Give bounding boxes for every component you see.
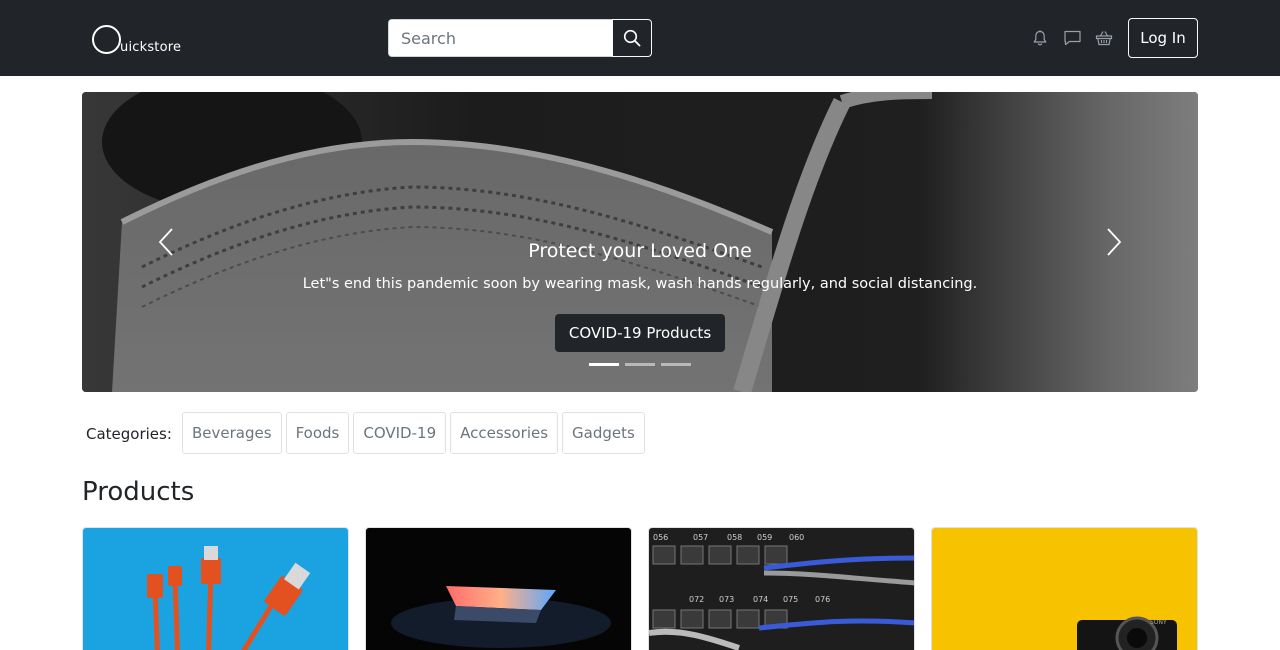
category-beverages[interactable]: Beverages: [182, 412, 282, 454]
carousel-title: Protect your Loved One: [528, 240, 752, 262]
navbar: uickstore Log In: [0, 0, 1280, 76]
brand-name: uickstore: [120, 40, 182, 55]
svg-text:058: 058: [727, 533, 742, 542]
category-gadgets[interactable]: Gadgets: [562, 412, 645, 454]
camera-image: SONY: [932, 528, 1197, 650]
svg-text:072: 072: [689, 595, 704, 604]
category-covid-19[interactable]: COVID-19: [353, 412, 447, 454]
network-switch-image: 056 057 058 059 060 072 073 074 075 076: [649, 528, 914, 650]
svg-text:076: 076: [815, 595, 830, 604]
product-card[interactable]: SONY: [931, 527, 1198, 650]
basket-icon[interactable]: [1094, 28, 1114, 48]
covid-products-button[interactable]: COVID-19 Products: [555, 314, 725, 352]
search-icon: [623, 29, 641, 47]
chat-icon[interactable]: [1062, 28, 1082, 48]
carousel-indicator-2[interactable]: [625, 363, 655, 366]
products-heading: Products: [82, 477, 195, 507]
search-form: [388, 19, 652, 57]
svg-text:056: 056: [653, 533, 668, 542]
svg-text:SONY: SONY: [1150, 619, 1167, 626]
product-card[interactable]: [365, 527, 632, 650]
login-button[interactable]: Log In: [1128, 18, 1198, 58]
svg-text:057: 057: [693, 533, 708, 542]
carousel-indicator-3[interactable]: [661, 363, 691, 366]
category-accessories[interactable]: Accessories: [450, 412, 559, 454]
search-button[interactable]: [612, 19, 652, 57]
brand-logo[interactable]: uickstore: [92, 22, 181, 56]
usb-cables-image: [83, 528, 348, 650]
bell-icon[interactable]: [1030, 28, 1050, 48]
product-card[interactable]: 056 057 058 059 060 072 073 074 075 076: [648, 527, 915, 650]
carousel-indicator-1[interactable]: [589, 363, 619, 366]
categories-label: Categories:: [86, 425, 172, 443]
category-foods[interactable]: Foods: [285, 412, 350, 454]
logo-ring-icon: [92, 25, 121, 54]
carousel-indicators: [589, 363, 691, 366]
svg-text:073: 073: [719, 595, 734, 604]
hero-carousel: Protect your Loved One Let"s end this pa…: [82, 92, 1198, 392]
svg-text:075: 075: [783, 595, 798, 604]
search-input[interactable]: [388, 19, 612, 57]
svg-text:060: 060: [789, 533, 804, 542]
svg-text:074: 074: [753, 595, 768, 604]
laptop-image: [366, 528, 631, 650]
carousel-text: Let"s end this pandemic soon by wearing …: [302, 276, 978, 292]
category-list: Beverages Foods COVID-19 Accessories Gad…: [182, 412, 645, 454]
svg-text:059: 059: [757, 533, 772, 542]
product-card[interactable]: [82, 527, 349, 650]
